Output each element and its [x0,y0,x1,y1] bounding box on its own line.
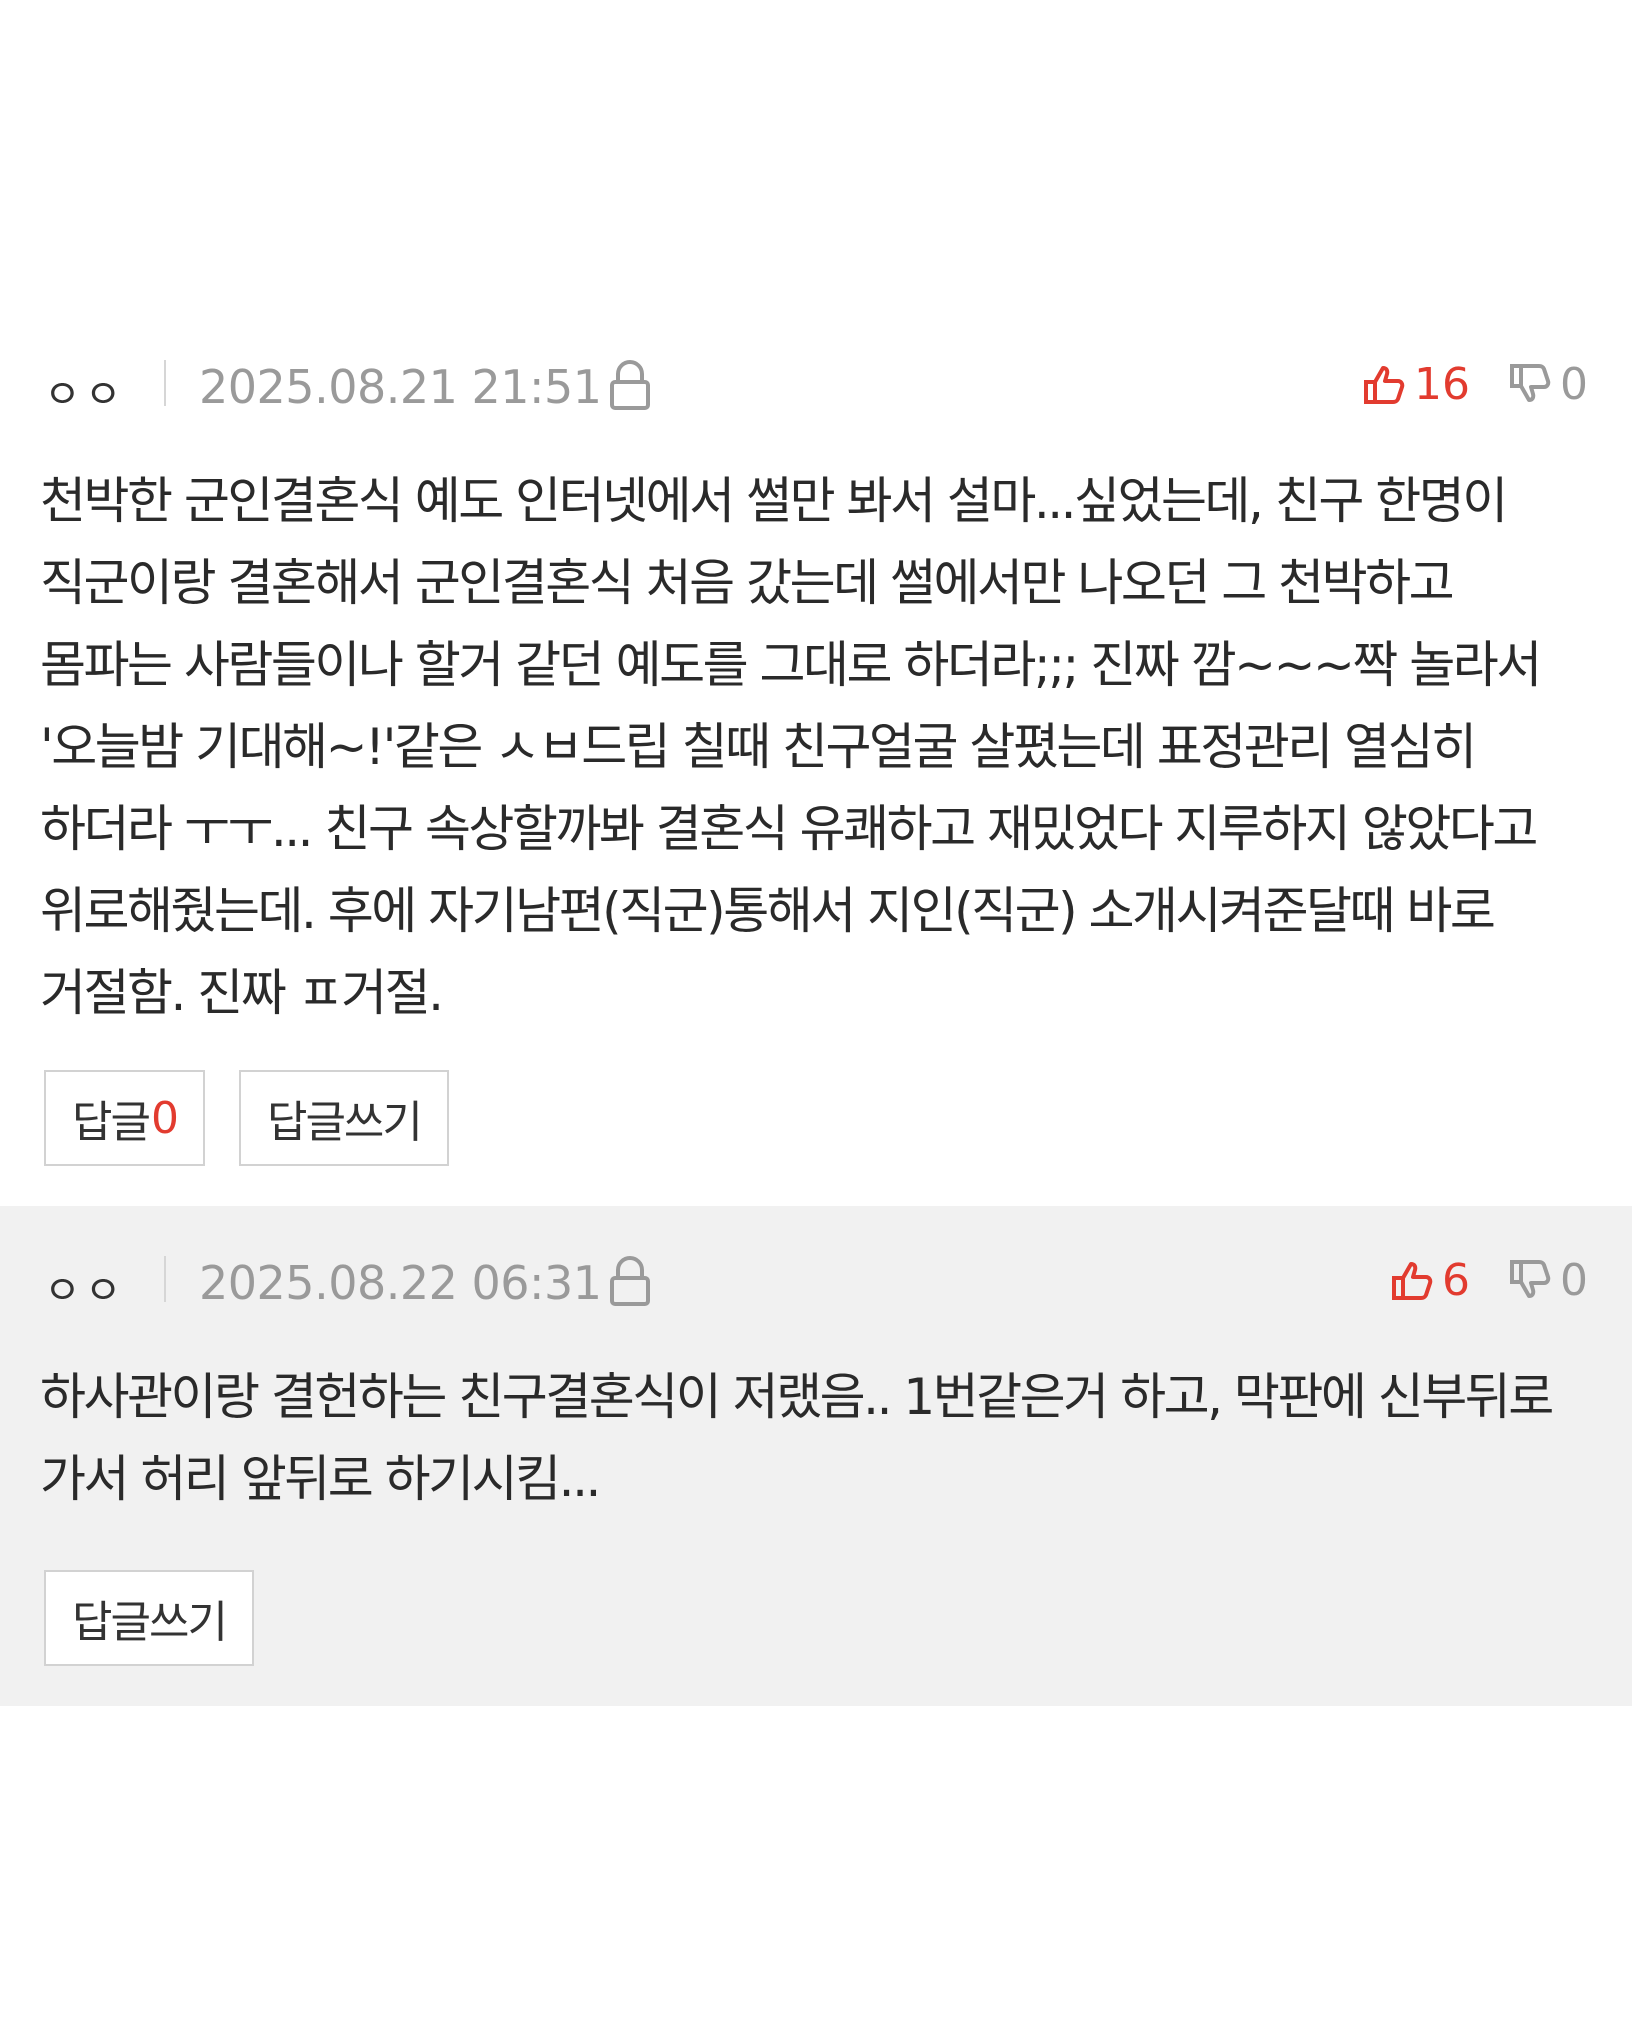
comment-body: 천박한 군인결혼식 예도 인터넷에서 썰만 봐서 설마...싶었는데, 친구 한… [40,472,1542,1022]
like-button[interactable]: 6 [1388,1255,1470,1306]
comment-date: 2025.08.21 21:51 [199,360,602,414]
comment-item: ㅇㅇ 2025.08.22 06:31 6 0 하사관이랑 결헌하는 친구결혼식… [0,1206,1632,1706]
comment-meta: ㅇㅇ 2025.08.21 21:51 16 0 [44,348,1588,420]
lock-icon [606,1254,654,1308]
thumbs-up-icon [1360,360,1408,408]
thumbs-up-icon [1388,1256,1436,1304]
write-reply-button[interactable]: 답글쓰기 [238,1070,449,1166]
meta-divider [164,1256,166,1302]
comment-author: ㅇㅇ [44,372,126,418]
thumbs-down-icon [1506,1256,1554,1304]
lock-icon [606,358,654,412]
comment-author: ㅇㅇ [44,1268,126,1314]
vote-group: 6 0 [1352,1252,1588,1308]
comment-body: 하사관이랑 결헌하는 친구결혼식이 저랬음.. 1번같은거 하고, 막판에 신부… [40,1368,1554,1508]
replies-label: 답글 [72,1097,151,1148]
comment-date: 2025.08.22 06:31 [199,1256,602,1310]
dislike-count: 0 [1560,358,1588,410]
like-button[interactable]: 16 [1360,359,1470,410]
vote-group: 16 0 [1324,356,1588,412]
replies-count: 0 [150,1092,179,1144]
write-reply-button[interactable]: 답글쓰기 [44,1570,254,1666]
dislike-count: 0 [1560,1254,1588,1306]
meta-divider [164,360,166,406]
comment-actions: 답글 0 답글쓰기 [44,1070,483,1166]
like-count: 6 [1442,1254,1470,1306]
comment-actions: 답글쓰기 [44,1570,288,1666]
like-count: 16 [1414,358,1470,410]
comment-meta: ㅇㅇ 2025.08.22 06:31 6 0 [44,1244,1588,1316]
dislike-button[interactable]: 0 [1506,359,1588,410]
replies-button[interactable]: 답글 0 [44,1070,205,1166]
thumbs-down-icon [1506,360,1554,408]
dislike-button[interactable]: 0 [1506,1255,1588,1306]
comment-item: ㅇㅇ 2025.08.21 21:51 16 0 천박한 군인결혼식 예도 인터… [0,290,1632,1200]
